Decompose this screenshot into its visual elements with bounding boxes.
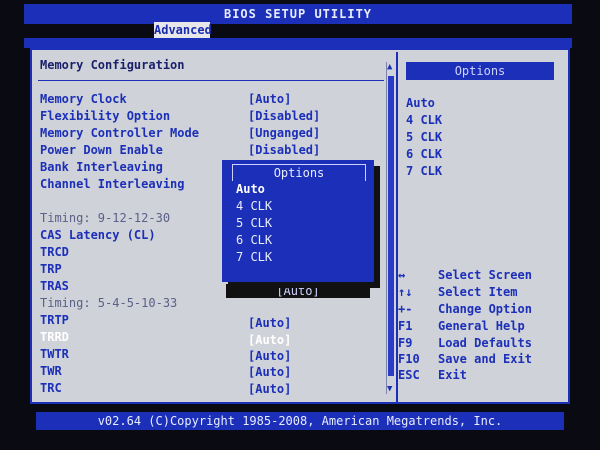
setting-bank-interleaving[interactable]: Bank Interleaving bbox=[40, 160, 163, 174]
desc-load-defaults: Load Defaults bbox=[438, 336, 532, 350]
setting-trrd[interactable]: TRRD bbox=[40, 330, 69, 344]
value-trc[interactable]: [Auto] bbox=[248, 382, 291, 396]
popup-option-6clk[interactable]: 6 CLK bbox=[236, 233, 272, 247]
desc-select-screen: Select Screen bbox=[438, 268, 532, 282]
settings-scrollbar[interactable]: ▲ ▼ bbox=[386, 62, 395, 394]
setting-trp[interactable]: TRP bbox=[40, 262, 62, 276]
value-twr[interactable]: [Auto] bbox=[248, 365, 291, 379]
value-tras[interactable]: [Auto] bbox=[226, 284, 370, 298]
setting-memory-clock[interactable]: Memory Clock bbox=[40, 92, 127, 106]
right-option-auto: Auto bbox=[406, 96, 435, 110]
menu-bar bbox=[24, 38, 572, 48]
setting-flexibility-option[interactable]: Flexibility Option bbox=[40, 109, 170, 123]
popup-title: Options bbox=[232, 164, 366, 181]
tab-advanced[interactable]: Advanced bbox=[154, 22, 212, 38]
value-trrd[interactable]: [Auto] bbox=[248, 333, 291, 347]
right-options-title: Options bbox=[406, 62, 554, 80]
setting-tras[interactable]: TRAS bbox=[40, 279, 69, 293]
timing-group1-label: Timing: 9-12-12-30 bbox=[40, 211, 171, 225]
setting-trc[interactable]: TRC bbox=[40, 381, 62, 395]
right-option-7clk: 7 CLK bbox=[406, 164, 443, 178]
key-select-item: ↑↓ bbox=[398, 285, 413, 299]
setting-power-down-enable[interactable]: Power Down Enable bbox=[40, 143, 163, 157]
copyright-footer: v02.64 (C)Copyright 1985-2008, American … bbox=[36, 412, 564, 430]
scroll-up-icon[interactable]: ▲ bbox=[387, 62, 392, 72]
key-load-defaults: F9 bbox=[398, 336, 413, 350]
header-divider bbox=[38, 80, 384, 81]
key-select-screen: ↔ bbox=[398, 268, 406, 282]
setting-twr[interactable]: TWR bbox=[40, 364, 62, 378]
value-trtp[interactable]: [Auto] bbox=[248, 316, 291, 330]
options-popup: Options Auto 4 CLK 5 CLK 6 CLK 7 CLK bbox=[222, 160, 374, 282]
key-general-help: F1 bbox=[398, 319, 413, 333]
desc-exit: Exit bbox=[438, 368, 467, 382]
popup-option-4clk[interactable]: 4 CLK bbox=[236, 199, 272, 213]
right-option-6clk: 6 CLK bbox=[406, 147, 443, 161]
key-exit: ESC bbox=[398, 368, 420, 382]
popup-option-7clk[interactable]: 7 CLK bbox=[236, 250, 272, 264]
value-flexibility-option[interactable]: [Disabled] bbox=[248, 109, 320, 123]
timing-group2-label: Timing: 5-4-5-10-33 bbox=[40, 296, 178, 310]
desc-save-exit: Save and Exit bbox=[438, 352, 532, 366]
value-memory-controller-mode[interactable]: [Unganged] bbox=[248, 126, 320, 140]
bios-title: BIOS SETUP UTILITY bbox=[24, 4, 572, 24]
setting-cas-latency[interactable]: CAS Latency (CL) bbox=[40, 228, 156, 242]
desc-general-help: General Help bbox=[438, 319, 525, 333]
scroll-down-icon[interactable]: ▼ bbox=[387, 384, 392, 394]
setting-twtr[interactable]: TWTR bbox=[40, 347, 69, 361]
setting-trtp[interactable]: TRTP bbox=[40, 313, 69, 327]
value-twtr[interactable]: [Auto] bbox=[248, 349, 291, 363]
desc-change-option: Change Option bbox=[438, 302, 532, 316]
bios-screen: BIOS SETUP UTILITY Advanced Memory Confi… bbox=[0, 0, 600, 450]
setting-trcd[interactable]: TRCD bbox=[40, 245, 69, 259]
scroll-thumb[interactable] bbox=[388, 76, 394, 376]
section-header: Memory Configuration bbox=[40, 58, 185, 72]
popup-option-5clk[interactable]: 5 CLK bbox=[236, 216, 272, 230]
right-option-4clk: 4 CLK bbox=[406, 113, 443, 127]
key-save-exit: F10 bbox=[398, 352, 420, 366]
value-memory-clock[interactable]: [Auto] bbox=[248, 92, 291, 106]
right-option-5clk: 5 CLK bbox=[406, 130, 443, 144]
value-power-down-enable[interactable]: [Disabled] bbox=[248, 143, 320, 157]
key-change-option: +- bbox=[398, 302, 413, 316]
desc-select-item: Select Item bbox=[438, 285, 518, 299]
popup-option-auto[interactable]: Auto bbox=[236, 182, 265, 196]
setting-channel-interleaving[interactable]: Channel Interleaving bbox=[40, 177, 185, 191]
setting-memory-controller-mode[interactable]: Memory Controller Mode bbox=[40, 126, 199, 140]
